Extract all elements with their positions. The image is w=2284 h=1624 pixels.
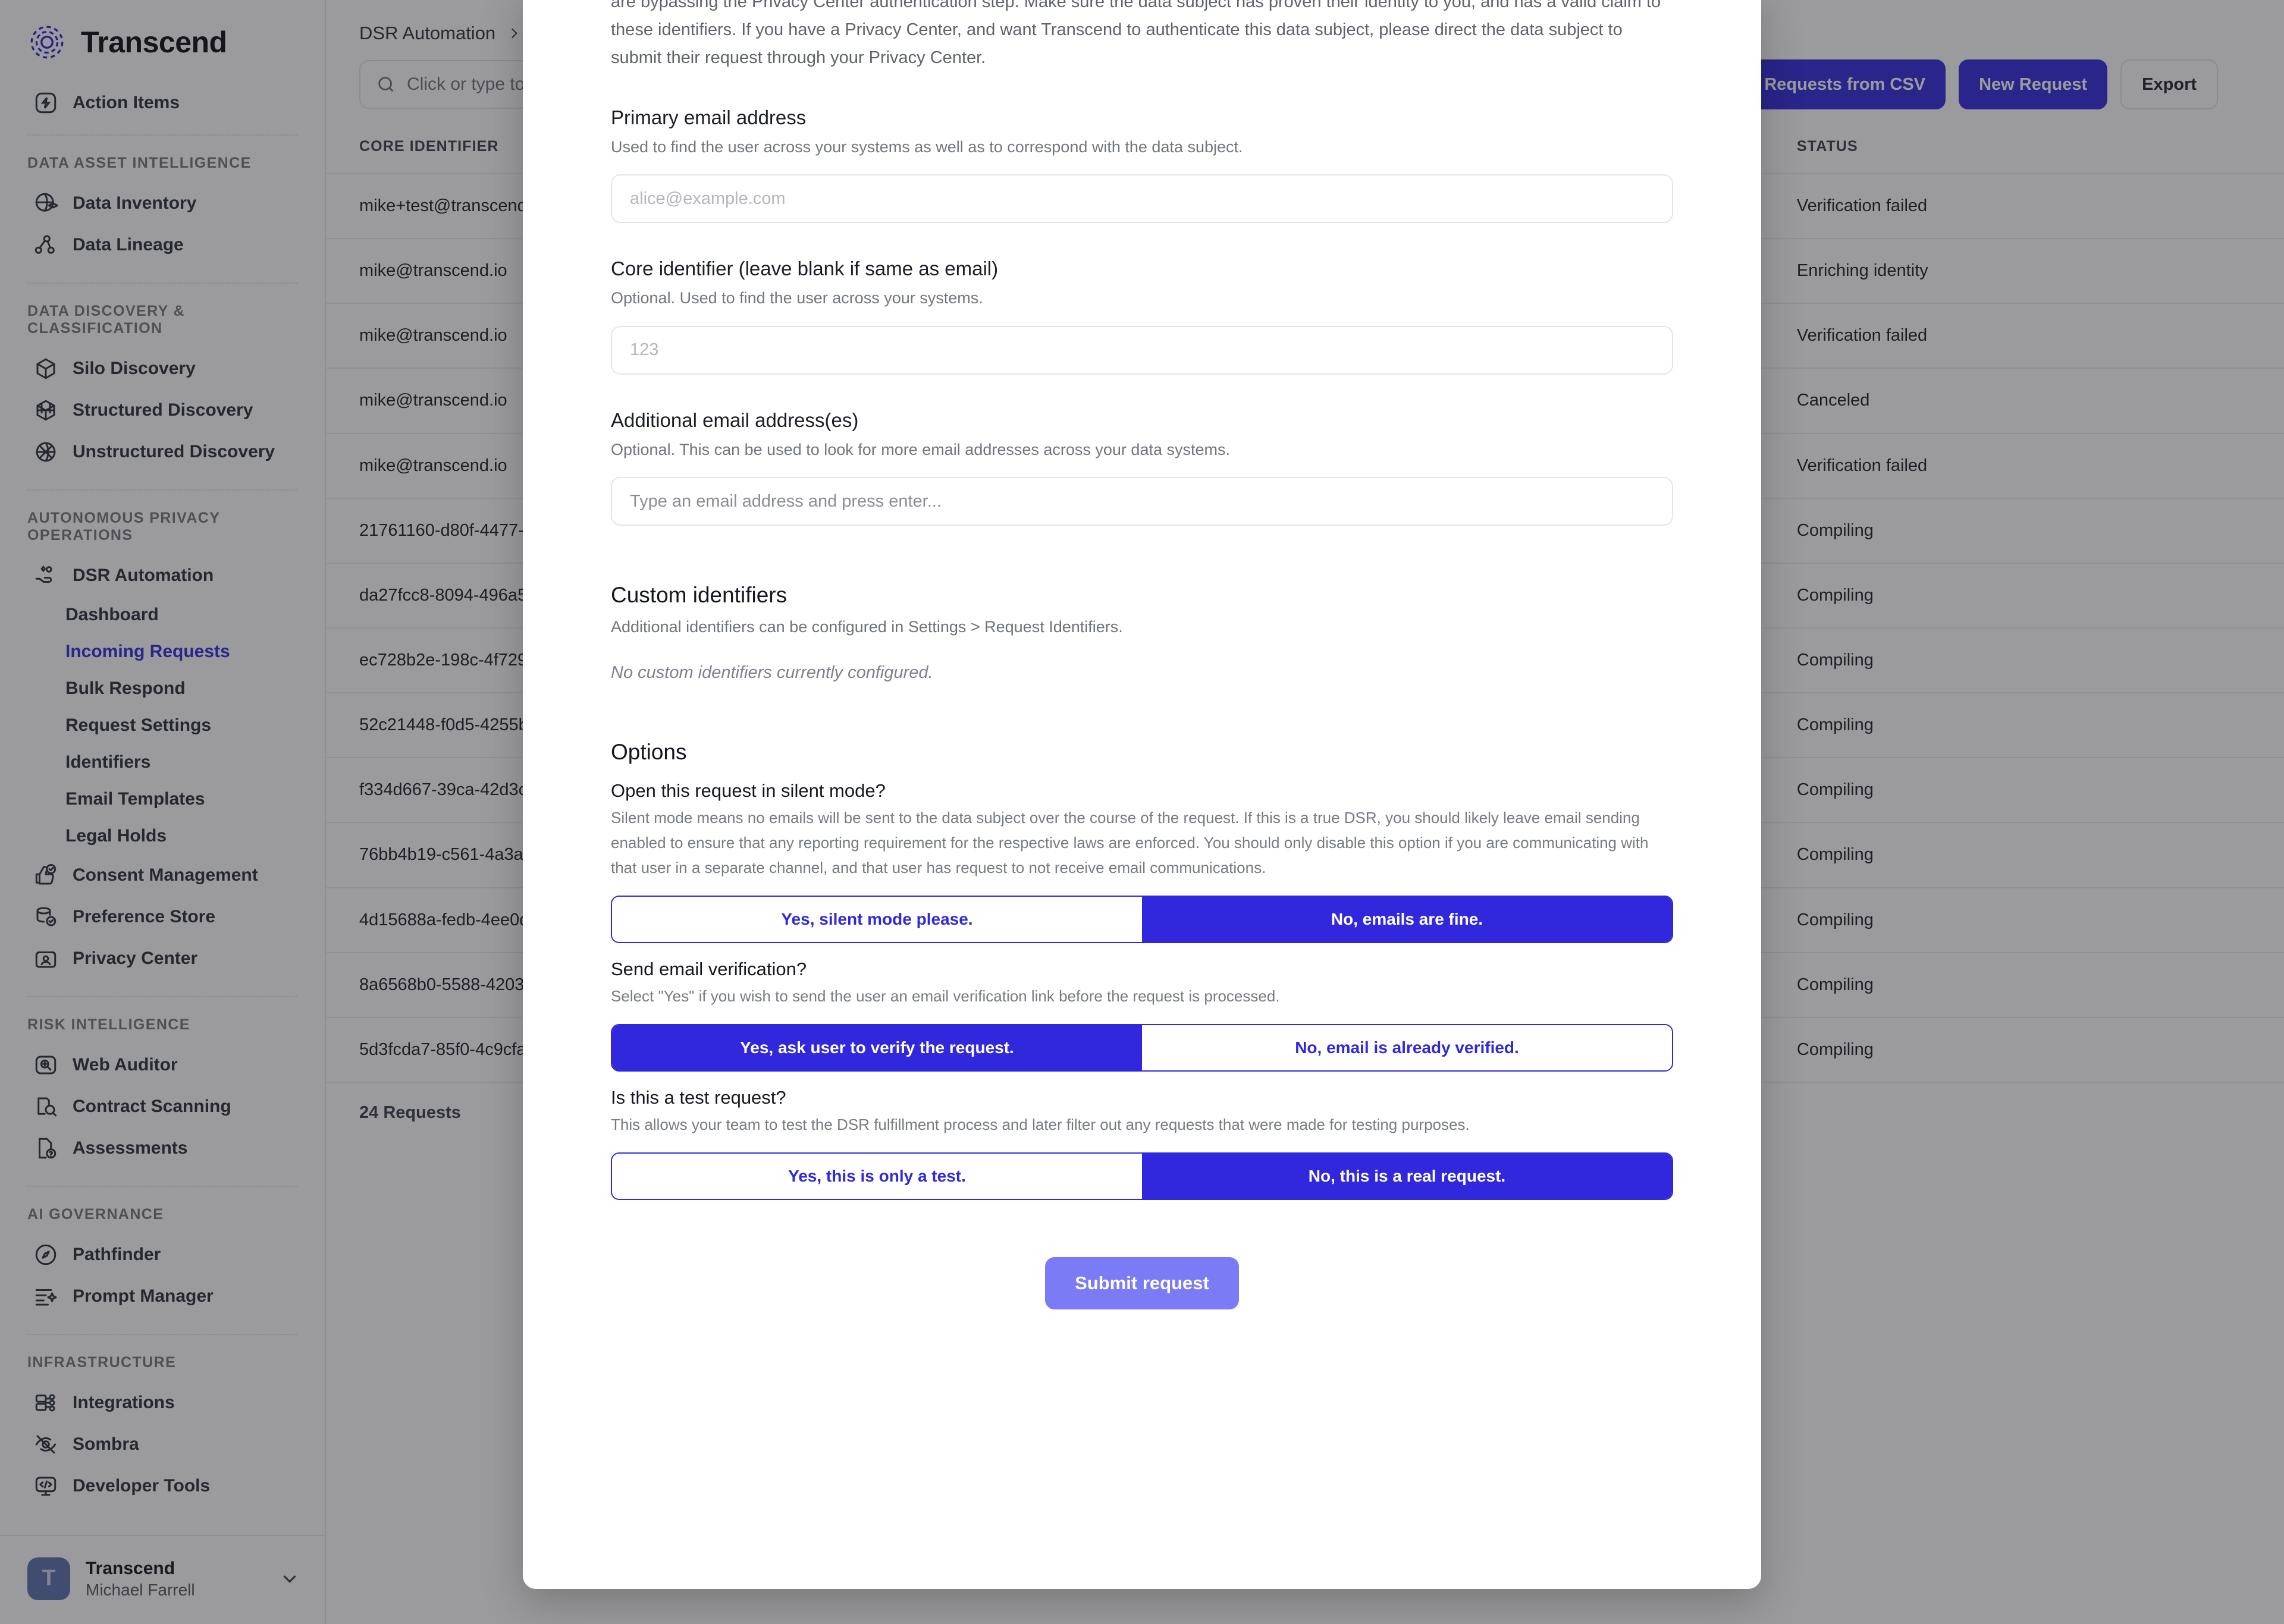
options-section: Options Open this request in silent mode…: [611, 683, 1673, 1201]
core-identifier-input[interactable]: 123: [611, 325, 1673, 375]
custom-identifiers-section: Custom identifiers Additional identifier…: [611, 526, 1673, 683]
option-toggle-group: Yes, silent mode please. No, emails are f…: [611, 896, 1673, 944]
core-identifier-help: Optional. Used to find the user across y…: [611, 289, 983, 307]
additional-emails-label: Additional email address(es): [611, 409, 859, 431]
option-question: Is this a test request?: [611, 1087, 786, 1108]
option-description: Select "Yes" if you wish to send the use…: [611, 987, 1280, 1006]
option-question: Open this request in silent mode?: [611, 780, 886, 801]
submit-row: Submit request: [611, 1200, 1673, 1310]
modal-body: are bypassing the Privacy Center authent…: [523, 0, 1761, 1310]
option-toggle-group: Yes, this is only a test. No, this is a r…: [611, 1152, 1673, 1201]
option-description: Silent mode means no emails will be sent…: [611, 808, 1649, 877]
core-identifier-label: Core identifier (leave blank if same as …: [611, 257, 999, 280]
option-block: Open this request in silent mode? Silent …: [611, 765, 1673, 944]
option-toggle-group: Yes, ask user to verify the request. No, …: [611, 1024, 1673, 1072]
option-yes-button[interactable]: Yes, ask user to verify the request.: [612, 1025, 1142, 1071]
new-request-modal: are bypassing the Privacy Center authent…: [523, 0, 1761, 1589]
primary-email-input[interactable]: alice@example.com: [611, 174, 1673, 224]
additional-emails-field-group: Additional email address(es) Optional. T…: [611, 375, 1673, 526]
options-heading: Options: [611, 739, 687, 764]
option-block: Is this a test request? This allows your …: [611, 1072, 1673, 1201]
option-no-button[interactable]: No, this is a real request.: [1142, 1154, 1672, 1199]
custom-identifiers-heading: Custom identifiers: [611, 583, 788, 608]
option-no-button[interactable]: No, email is already verified.: [1142, 1025, 1672, 1071]
custom-identifiers-subtext: Additional identifiers can be configured…: [611, 618, 1123, 636]
primary-email-label: Primary email address: [611, 106, 807, 128]
option-no-button[interactable]: No, emails are fine.: [1142, 897, 1672, 943]
option-yes-button[interactable]: Yes, this is only a test.: [612, 1154, 1142, 1199]
additional-emails-help: Optional. This can be used to look for m…: [611, 440, 1230, 458]
submit-request-button[interactable]: Submit request: [1045, 1257, 1239, 1310]
modal-intro-text: are bypassing the Privacy Center authent…: [611, 0, 1661, 67]
app-root: Transcend Action Items DATA ASSET INTELL…: [0, 0, 2284, 1624]
custom-identifiers-empty: No custom identifiers currently configur…: [611, 662, 933, 682]
option-block: Send email verification? Select "Yes" if …: [611, 943, 1673, 1072]
additional-emails-input[interactable]: Type an email address and press enter...: [611, 477, 1673, 526]
core-identifier-field-group: Core identifier (leave blank if same as …: [611, 223, 1673, 375]
option-yes-button[interactable]: Yes, silent mode please.: [612, 897, 1142, 943]
option-question: Send email verification?: [611, 959, 807, 980]
primary-email-help: Used to find the user across your system…: [611, 137, 1243, 156]
primary-email-field-group: Primary email address Used to find the u…: [611, 72, 1673, 224]
option-description: This allows your team to test the DSR fu…: [611, 1116, 1470, 1134]
